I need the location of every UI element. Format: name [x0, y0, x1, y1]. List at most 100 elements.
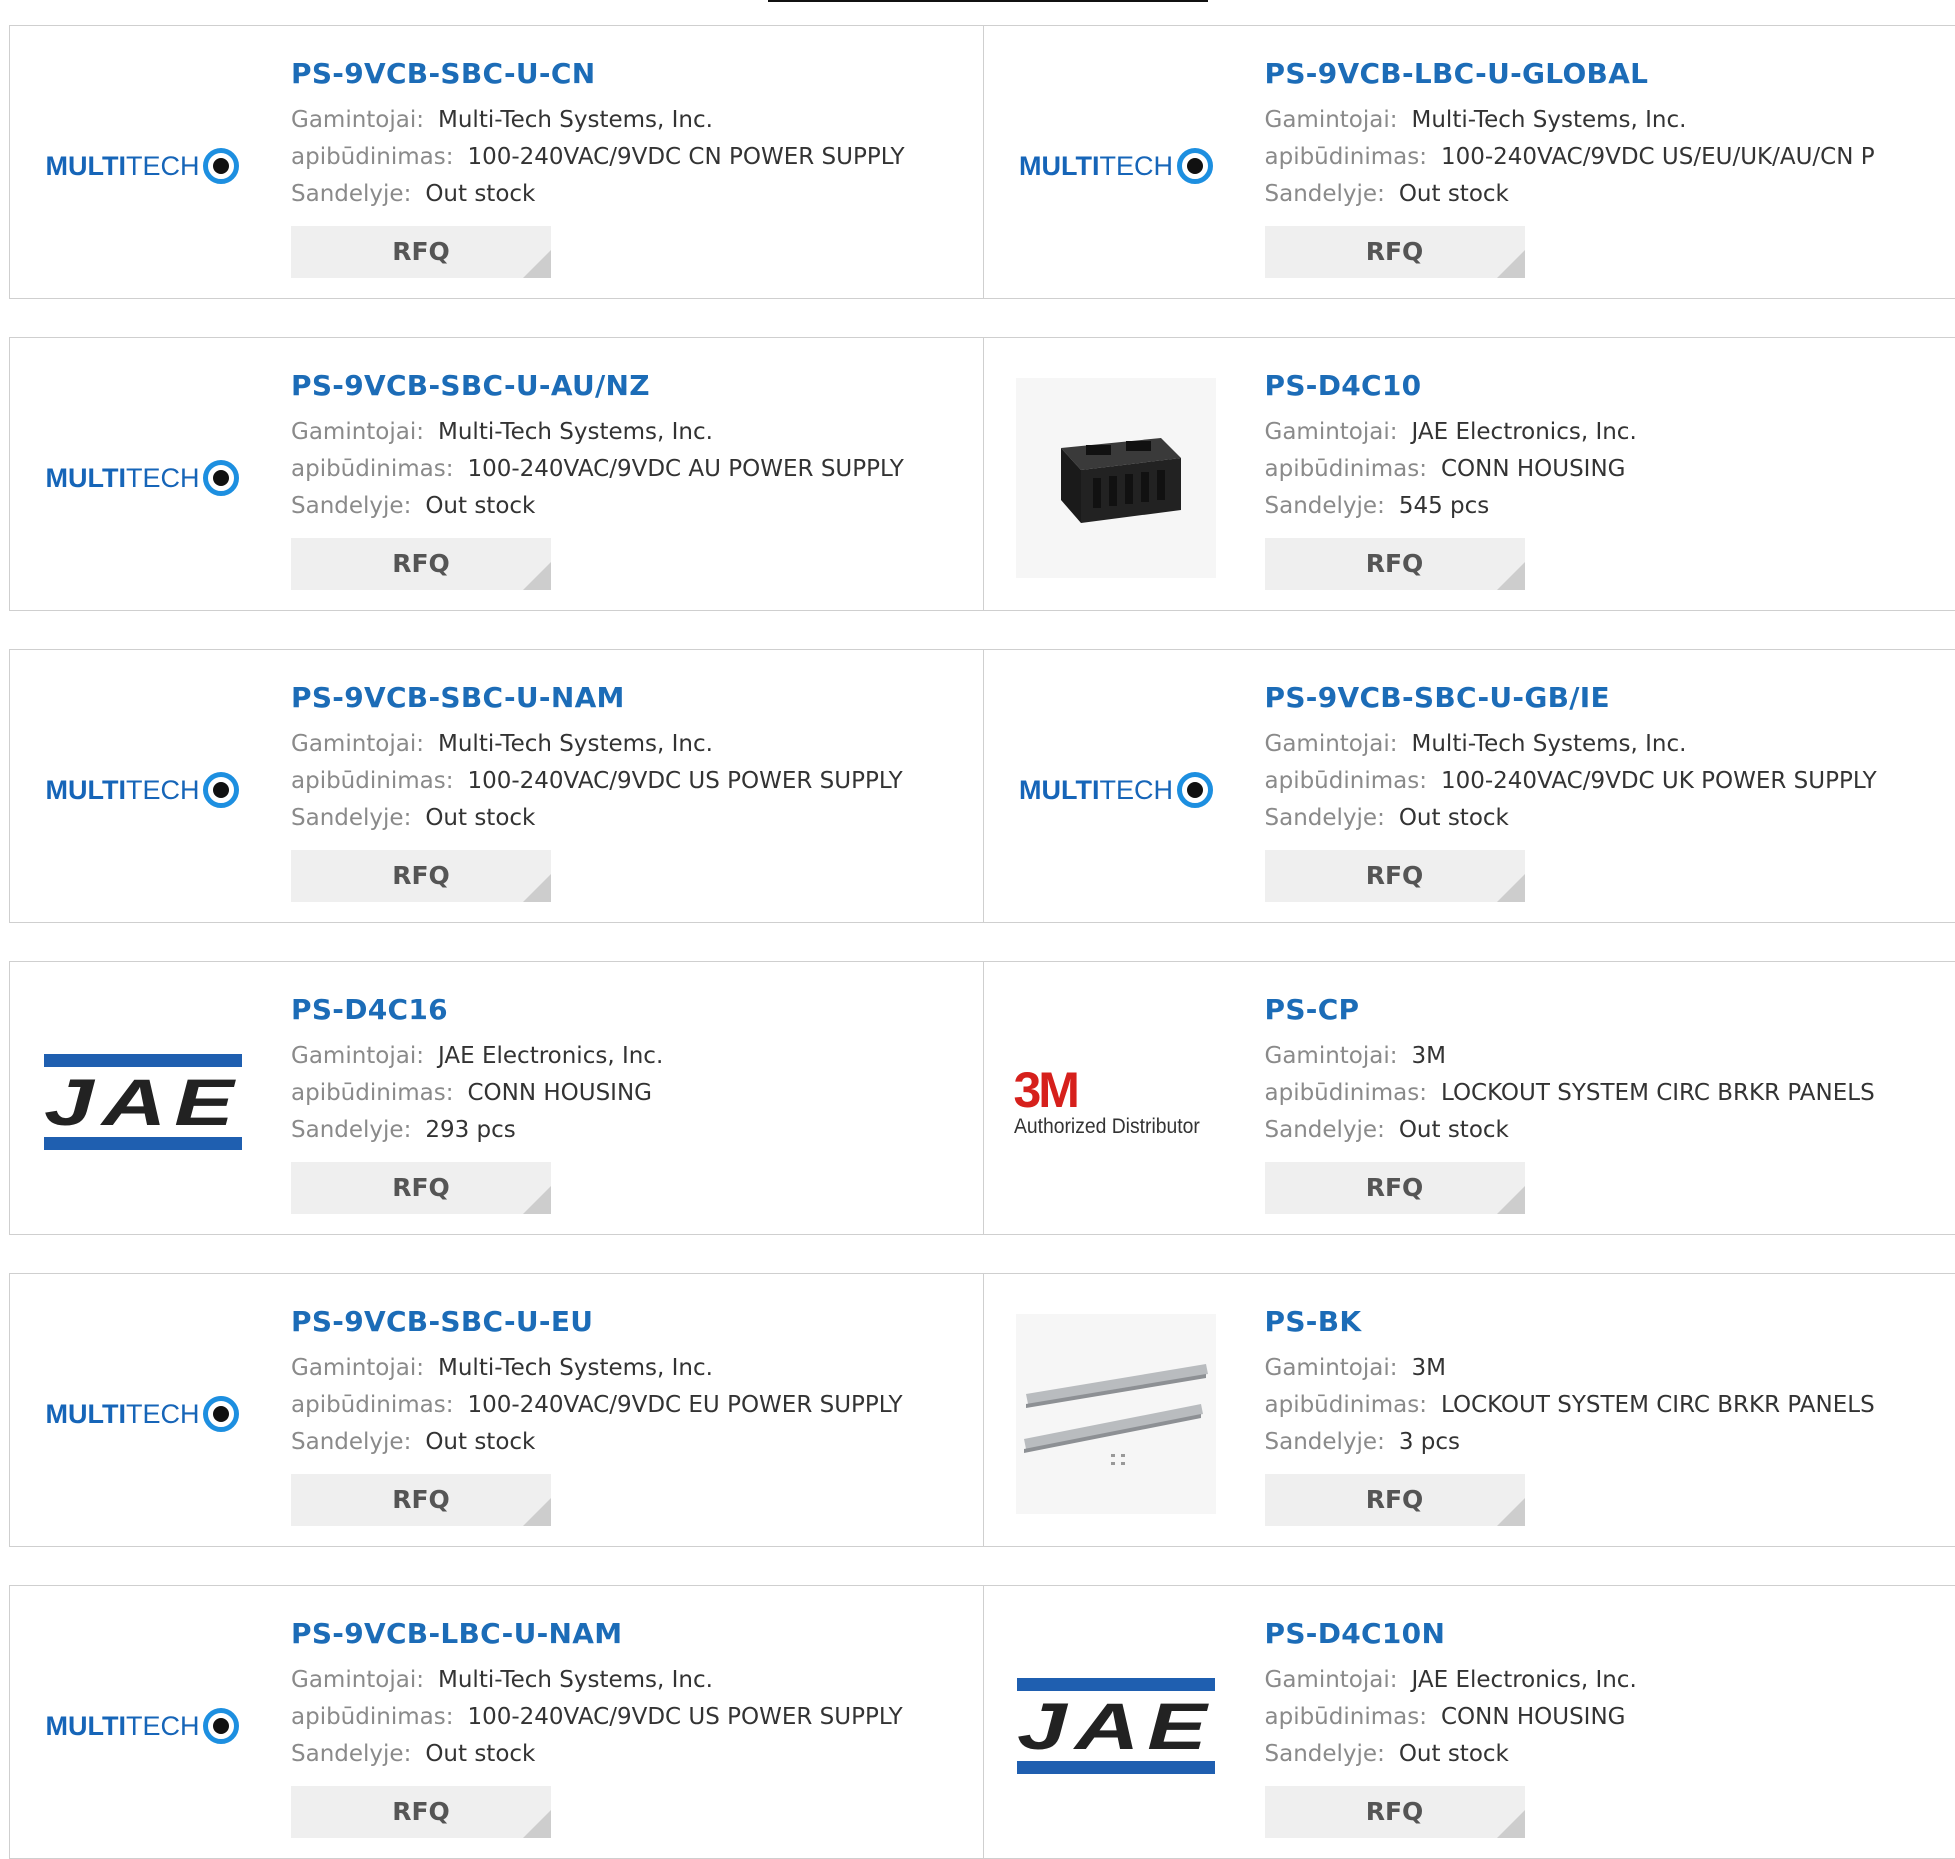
manufacturer-value: 3M — [1412, 1355, 1446, 1381]
manufacturer-line: Gamintojai:3M — [1265, 1350, 1945, 1387]
product-name-link[interactable]: PS-9VCB-SBC-U-AU/NZ — [291, 368, 971, 404]
multitech-logo: MULTITECH — [1019, 148, 1213, 184]
manufacturer-logo[interactable]: MULTITECH — [40, 1314, 245, 1514]
manufacturer-line: Gamintojai:JAE Electronics, Inc. — [1265, 1662, 1945, 1699]
multitech-logo: MULTITECH — [46, 148, 240, 184]
rfq-button[interactable]: RFQ — [291, 1786, 551, 1838]
description-value: 100-240VAC/9VDC US/EU/UK/AU/CN P — [1441, 144, 1875, 170]
product-card: MULTITECH PS-9VCB-LBC-U-GLOBAL Gamintoja… — [983, 26, 1955, 298]
rfq-button[interactable]: RFQ — [1265, 538, 1525, 590]
product-card: MULTITECH PS-9VCB-SBC-U-EU Gamintojai:Mu… — [10, 1274, 983, 1546]
manufacturer-logo[interactable]: MULTITECH — [40, 378, 245, 578]
manufacturer-logo[interactable]: MULTITECH — [40, 1626, 245, 1826]
stock-value: 293 pcs — [425, 1117, 515, 1143]
manufacturer-line: Gamintojai:JAE Electronics, Inc. — [291, 1038, 971, 1075]
stock-line: Sandelyje:Out stock — [291, 800, 971, 837]
stock-line: Sandelyje:Out stock — [1265, 1112, 1945, 1149]
stock-value: 545 pcs — [1399, 493, 1489, 519]
multitech-logo: MULTITECH — [46, 460, 240, 496]
multitech-logo: MULTITECH — [1019, 772, 1213, 808]
product-name-link[interactable]: PS-9VCB-SBC-U-EU — [291, 1304, 971, 1340]
rfq-button[interactable]: RFQ — [291, 1162, 551, 1214]
stock-value: Out stock — [425, 1741, 535, 1767]
product-grid: MULTITECH PS-9VCB-SBC-U-CN Gamintojai:Mu… — [9, 25, 1955, 1859]
stock-line: Sandelyje:Out stock — [1265, 1736, 1945, 1773]
manufacturer-logo[interactable]: MULTITECH — [40, 66, 245, 266]
rfq-button[interactable]: RFQ — [1265, 850, 1525, 902]
manufacturer-line: Gamintojai:Multi-Tech Systems, Inc. — [291, 1662, 971, 1699]
multitech-logo: MULTITECH — [46, 772, 240, 808]
manufacturer-line: Gamintojai:JAE Electronics, Inc. — [1265, 414, 1945, 451]
description-line: apibūdinimas:CONN HOUSING — [291, 1075, 971, 1112]
description-line: apibūdinimas:100-240VAC/9VDC UK POWER SU… — [1265, 763, 1945, 800]
rfq-button[interactable]: RFQ — [291, 1474, 551, 1526]
product-row: MULTITECH PS-9VCB-SBC-U-NAM Gamintojai:M… — [9, 649, 1955, 923]
description-value: LOCKOUT SYSTEM CIRC BRKR PANELS — [1441, 1392, 1875, 1418]
product-image[interactable] — [1014, 1314, 1219, 1514]
product-name-link[interactable]: PS-9VCB-SBC-U-CN — [291, 56, 971, 92]
description-line: apibūdinimas:CONN HOUSING — [1265, 451, 1945, 488]
stock-line: Sandelyje:Out stock — [1265, 176, 1945, 213]
product-card: MULTITECH PS-9VCB-SBC-U-GB/IE Gamintojai… — [983, 650, 1955, 922]
description-line: apibūdinimas:100-240VAC/9VDC US POWER SU… — [291, 763, 971, 800]
rfq-button[interactable]: RFQ — [291, 538, 551, 590]
multitech-logo: MULTITECH — [46, 1396, 240, 1432]
manufacturer-value: JAE Electronics, Inc. — [1412, 419, 1637, 445]
product-name-link[interactable]: PS-D4C10 — [1265, 368, 1945, 404]
product-name-link[interactable]: PS-BK — [1265, 1304, 1945, 1340]
product-row: MULTITECH PS-9VCB-SBC-U-CN Gamintojai:Mu… — [9, 25, 1955, 299]
3m-logo: 3M Authorized Distributor — [1014, 1065, 1219, 1139]
stock-value: Out stock — [1399, 1117, 1509, 1143]
description-line: apibūdinimas:100-240VAC/9VDC AU POWER SU… — [291, 451, 971, 488]
description-line: apibūdinimas:100-240VAC/9VDC EU POWER SU… — [291, 1387, 971, 1424]
product-name-link[interactable]: PS-9VCB-SBC-U-NAM — [291, 680, 971, 716]
multitech-logo: MULTITECH — [46, 1708, 240, 1744]
product-name-link[interactable]: PS-CP — [1265, 992, 1945, 1028]
corner-triangle-icon — [1497, 250, 1525, 278]
manufacturer-line: Gamintojai:3M — [1265, 1038, 1945, 1075]
manufacturer-logo[interactable]: MULTITECH — [1014, 690, 1219, 890]
product-card: MULTITECH PS-9VCB-SBC-U-CN Gamintojai:Mu… — [10, 26, 983, 298]
description-line: apibūdinimas:100-240VAC/9VDC US POWER SU… — [291, 1699, 971, 1736]
product-row: MULTITECH PS-9VCB-SBC-U-AU/NZ Gamintojai… — [9, 337, 1955, 611]
description-value: 100-240VAC/9VDC UK POWER SUPPLY — [1441, 768, 1877, 794]
rfq-button[interactable]: RFQ — [1265, 1474, 1525, 1526]
product-card: PS-BK Gamintojai:3M apibūdinimas:LOCKOUT… — [983, 1274, 1955, 1546]
rfq-button[interactable]: RFQ — [1265, 1786, 1525, 1838]
description-value: 100-240VAC/9VDC CN POWER SUPPLY — [467, 144, 904, 170]
product-name-link[interactable]: PS-D4C16 — [291, 992, 971, 1028]
rail-bracket-photo — [1016, 1314, 1216, 1514]
rfq-button[interactable]: RFQ — [291, 850, 551, 902]
product-card: MULTITECH PS-9VCB-SBC-U-AU/NZ Gamintojai… — [10, 338, 983, 610]
manufacturer-logo[interactable]: 3M Authorized Distributor — [1014, 1002, 1219, 1202]
corner-triangle-icon — [523, 1810, 551, 1838]
stock-line: Sandelyje:Out stock — [291, 176, 971, 213]
description-value: 100-240VAC/9VDC EU POWER SUPPLY — [467, 1392, 902, 1418]
manufacturer-logo[interactable]: JAE — [1014, 1626, 1219, 1826]
description-line: apibūdinimas:CONN HOUSING — [1265, 1699, 1945, 1736]
stock-line: Sandelyje:Out stock — [291, 1736, 971, 1773]
description-value: 100-240VAC/9VDC US POWER SUPPLY — [467, 1704, 902, 1730]
product-name-link[interactable]: PS-9VCB-SBC-U-GB/IE — [1265, 680, 1945, 716]
manufacturer-logo[interactable]: MULTITECH — [40, 690, 245, 890]
product-image[interactable] — [1014, 378, 1219, 578]
manufacturer-value: Multi-Tech Systems, Inc. — [1412, 731, 1687, 757]
product-card: JAE PS-D4C10N Gamintojai:JAE Electronics… — [983, 1586, 1955, 1858]
corner-triangle-icon — [1497, 562, 1525, 590]
rfq-button[interactable]: RFQ — [1265, 226, 1525, 278]
manufacturer-logo[interactable]: JAE — [40, 1002, 245, 1202]
jae-logo: JAE — [1017, 1678, 1215, 1774]
stock-value: Out stock — [1399, 805, 1509, 831]
product-name-link[interactable]: PS-9VCB-LBC-U-GLOBAL — [1265, 56, 1945, 92]
rfq-button[interactable]: RFQ — [291, 226, 551, 278]
description-value: LOCKOUT SYSTEM CIRC BRKR PANELS — [1441, 1080, 1875, 1106]
corner-triangle-icon — [523, 874, 551, 902]
manufacturer-logo[interactable]: MULTITECH — [1014, 66, 1219, 266]
product-name-link[interactable]: PS-9VCB-LBC-U-NAM — [291, 1616, 971, 1652]
manufacturer-value: Multi-Tech Systems, Inc. — [1412, 107, 1687, 133]
product-name-link[interactable]: PS-D4C10N — [1265, 1616, 1945, 1652]
description-value: 100-240VAC/9VDC US POWER SUPPLY — [467, 768, 902, 794]
description-line: apibūdinimas:LOCKOUT SYSTEM CIRC BRKR PA… — [1265, 1387, 1945, 1424]
rfq-button[interactable]: RFQ — [1265, 1162, 1525, 1214]
stock-value: Out stock — [425, 181, 535, 207]
